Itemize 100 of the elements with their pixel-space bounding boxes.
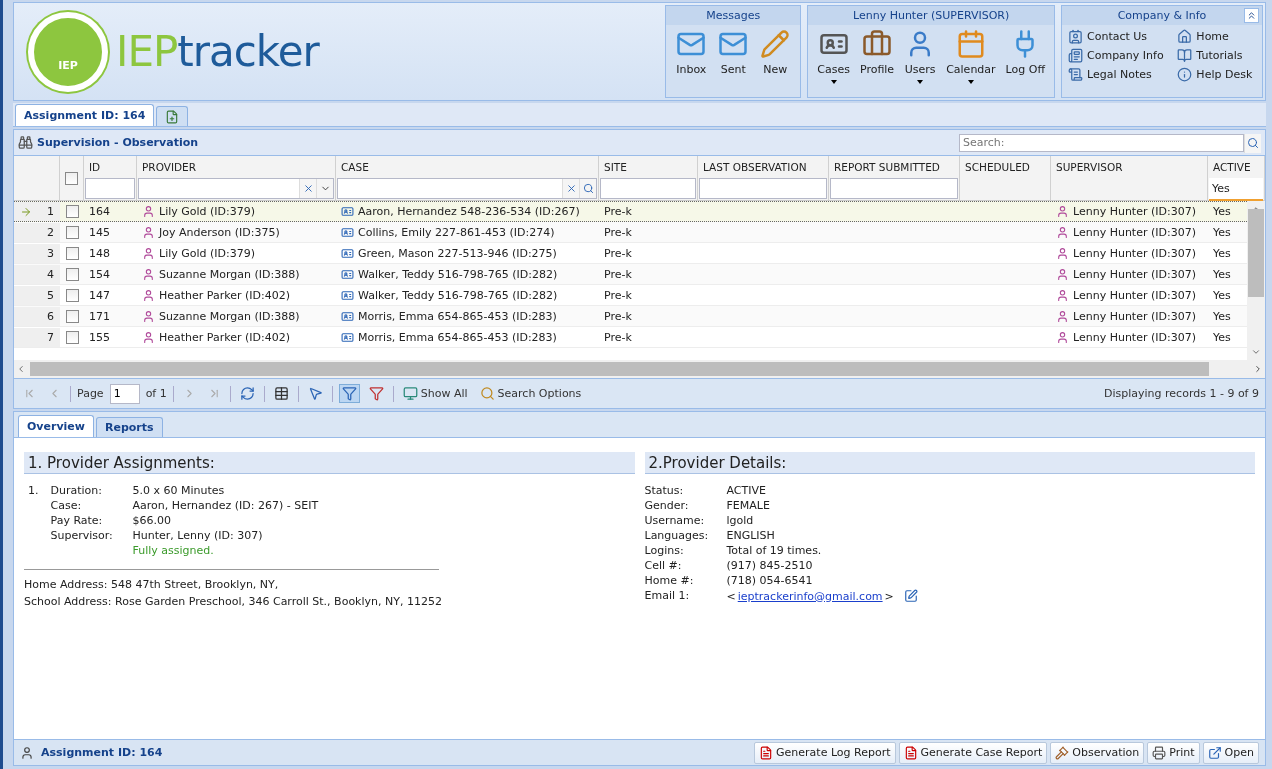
grid-row[interactable]: 6 171 Suzanne Morgan (ID:388) Morris, Emma 654-865-453 (ID:283) Pre-k Lenny Hunter (ID:307) Yes: [14, 306, 1247, 327]
vertical-scrollbar[interactable]: [1247, 201, 1265, 360]
filter-combo-field[interactable]: [138, 178, 334, 199]
row-checkbox[interactable]: [65, 247, 79, 260]
info-link[interactable]: Tutorials: [1177, 48, 1256, 63]
email-link[interactable]: ieptrackerinfo@gmail.com: [737, 589, 883, 603]
tab[interactable]: Assignment ID: 164: [15, 104, 155, 126]
page-field[interactable]: 1: [109, 383, 140, 404]
ribbon-button[interactable]: New: [756, 27, 795, 78]
tab[interactable]: Overview: [18, 415, 94, 437]
row-number: 7: [47, 331, 54, 344]
grid-row[interactable]: 4 154 Suzanne Morgan (ID:388) Walker, Teddy 516-798-765 (ID:282) Pre-k Lenny Hunter (ID:307) Yes: [14, 264, 1247, 285]
table-cell-text: 155: [88, 330, 111, 346]
action-button[interactable]: Observation: [1050, 741, 1145, 764]
table-cell-text: Pre-k: [603, 204, 633, 220]
column-header[interactable]: ID: [84, 156, 136, 178]
field-label: Home #:: [644, 574, 695, 587]
row-checkbox[interactable]: [65, 205, 79, 218]
info-link[interactable]: Legal Notes: [1068, 67, 1168, 82]
ribbon-button[interactable]: Inbox: [672, 27, 711, 78]
column-header[interactable]: PROVIDER: [137, 156, 335, 178]
search-button[interactable]: [1244, 133, 1261, 153]
close-icon: [565, 183, 577, 194]
grid-row[interactable]: 3 148 Lily Gold (ID:379) Green, Mason 227-513-946 (ID:275) Pre-k Lenny Hunter (ID:307) Yes: [14, 243, 1247, 264]
pdf-icon: [759, 745, 774, 760]
row-checkbox[interactable]: [65, 331, 79, 344]
info-link[interactable]: Home: [1177, 29, 1256, 44]
field-value: Total of 19 times.: [726, 544, 823, 557]
action-button[interactable]: Open: [1202, 741, 1259, 764]
pencil-icon: [760, 29, 791, 59]
table-cell: Lenny Hunter (ID:307): [1073, 205, 1196, 218]
info-link[interactable]: Contact Us: [1068, 29, 1168, 44]
group-title: Messages: [666, 6, 801, 25]
action-button[interactable]: Print: [1147, 741, 1200, 764]
action-button[interactable]: Generate Log Report: [754, 741, 896, 764]
pointer-icon: [307, 386, 323, 401]
action-button[interactable]: Generate Case Report: [898, 741, 1048, 764]
table-cell: Heather Parker (ID:402): [159, 331, 291, 344]
column-header[interactable]: LAST OBSERVATION: [698, 156, 828, 178]
arrow-right-icon: [20, 205, 32, 218]
filter-field[interactable]: [85, 178, 135, 199]
table-cell-text: Yes: [1212, 267, 1232, 283]
grid-row[interactable]: 7 155 Heather Parker (ID:402) Morris, Emma 654-865-453 (ID:283) Pre-k Lenny Hunter (ID:307) Yes: [14, 327, 1247, 348]
filter-field[interactable]: [699, 178, 827, 199]
search-button[interactable]: [579, 179, 596, 198]
column-header[interactable]: CASE: [336, 156, 598, 178]
search-field[interactable]: Search:: [959, 133, 1244, 152]
tab[interactable]: Reports: [96, 417, 163, 437]
row-number: 3: [47, 247, 54, 260]
table-cell-text: Pre-k: [603, 225, 633, 241]
book-icon: [1177, 48, 1193, 63]
row-checkbox[interactable]: [65, 226, 79, 239]
filter-button[interactable]: [338, 384, 360, 403]
column-header[interactable]: SCHEDULED: [960, 156, 1050, 178]
field-value: ENGLISH: [726, 529, 776, 542]
grid-row[interactable]: 1 164 Lily Gold (ID:379) Aaron, Hernandez 548-236-534 (ID:267) Pre-k Lenny Hunter (ID:307) Yes: [14, 201, 1247, 222]
grid-row[interactable]: 2 145 Joy Anderson (ID:375) Collins, Emily 227-861-453 (ID:274) Pre-k Lenny Hunter (ID:307) Yes: [14, 222, 1247, 243]
table-cell-text: 145: [88, 225, 111, 241]
field-label: Languages:: [644, 529, 710, 542]
filter-value[interactable]: Yes: [1209, 178, 1263, 201]
horizontal-scrollbar[interactable]: [14, 360, 1265, 378]
ribbon-button[interactable]: Cases: [814, 27, 853, 86]
info-link[interactable]: Company Info: [1068, 48, 1168, 63]
search-icon: [582, 183, 594, 194]
section-title: 2.Provider Details:: [644, 452, 1255, 474]
search-options-button[interactable]: Search Options: [476, 384, 585, 403]
ribbon-button[interactable]: Sent: [714, 27, 753, 78]
add-document-icon: [165, 109, 180, 124]
print-icon: [1152, 745, 1167, 760]
row-checkbox[interactable]: [65, 310, 79, 323]
column-header[interactable]: SITE: [599, 156, 697, 178]
filter-lookup-field[interactable]: [337, 178, 597, 199]
card-icon: [341, 289, 354, 302]
ribbon-button[interactable]: Calendar: [943, 27, 999, 86]
table-cell-text: Yes: [1212, 309, 1232, 325]
table-cell: Green, Mason 227-513-946 (ID:275): [358, 247, 557, 260]
select-all-checkbox[interactable]: [65, 172, 78, 185]
contact-card-icon: [1068, 29, 1083, 44]
show-all-button[interactable]: Show All: [399, 384, 471, 403]
grid-row[interactable]: 5 147 Heather Parker (ID:402) Walker, Teddy 516-798-765 (ID:282) Pre-k Lenny Hunter (ID:307) Yes: [14, 285, 1247, 306]
column-header[interactable]: ACTIVE: [1208, 156, 1264, 178]
info-link[interactable]: Help Desk: [1177, 67, 1256, 82]
ribbon-button[interactable]: Users: [901, 27, 940, 86]
row-checkbox[interactable]: [65, 268, 79, 281]
table-cell: Heather Parker (ID:402): [159, 289, 291, 302]
table-cell-text: Pre-k: [603, 330, 633, 346]
column-header[interactable]: REPORT SUBMITTED: [829, 156, 959, 178]
column-header[interactable]: SUPERVISOR: [1051, 156, 1207, 178]
dropdown-button[interactable]: [316, 179, 333, 198]
table-cell: Morris, Emma 654-865-453 (ID:283): [358, 331, 557, 344]
ribbon-button[interactable]: Profile: [856, 27, 898, 78]
add-tab-button[interactable]: [156, 106, 189, 126]
ribbon-button[interactable]: Log Off: [1002, 27, 1048, 78]
row-checkbox[interactable]: [65, 289, 79, 302]
clear-button[interactable]: [299, 179, 316, 198]
collapse-button[interactable]: [1244, 8, 1259, 23]
person-icon: [1056, 268, 1069, 281]
clear-button[interactable]: [562, 179, 579, 198]
filter-field[interactable]: [600, 178, 696, 199]
filter-field[interactable]: [830, 178, 958, 199]
